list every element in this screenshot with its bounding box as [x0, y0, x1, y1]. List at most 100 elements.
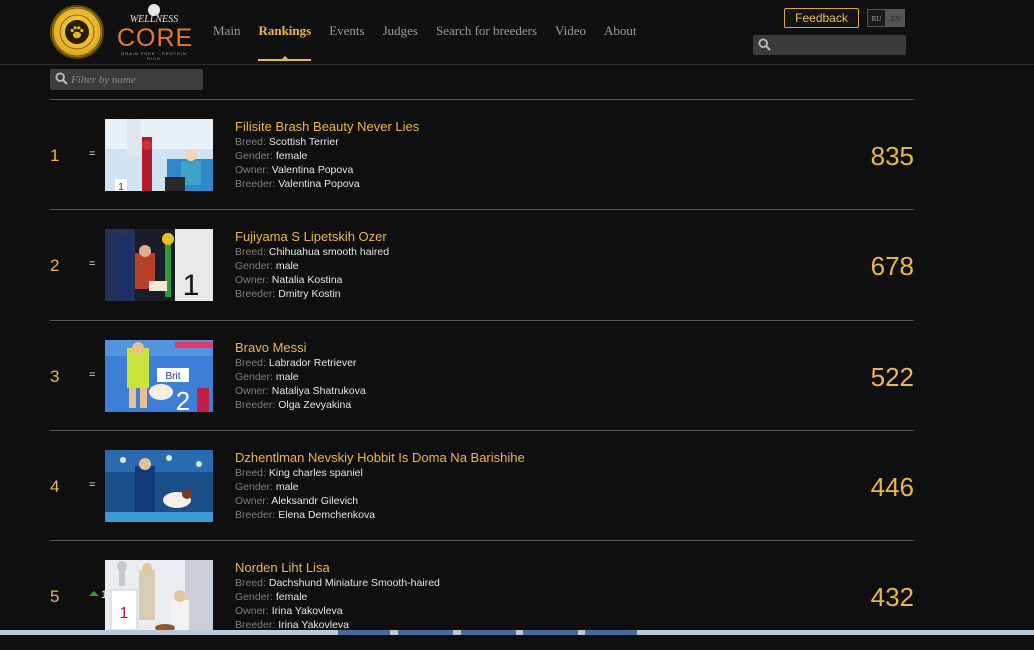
nav-about[interactable]: About [604, 23, 637, 61]
owner-label: Owner: [235, 164, 269, 176]
dog-info: Dzhentlman Nevskiy Hobbit Is Doma Na Bar… [235, 450, 525, 522]
dog-info: Filisite Brash Beauty Never Lies Breed: … [235, 119, 419, 191]
best-russian-dog-logo[interactable] [50, 5, 104, 59]
owner-label: Owner: [235, 605, 269, 618]
thumb-sign-text: Brit [166, 371, 181, 382]
dog-name-link[interactable]: Dzhentlman Nevskiy Hobbit Is Doma Na Bar… [235, 450, 525, 465]
search-icon[interactable] [758, 38, 771, 56]
taskbar-button[interactable] [461, 630, 516, 635]
score: 432 [870, 582, 914, 613]
ranking-row: 3 = Brit 2 Bravo Messi Breed: Labrador R… [50, 319, 914, 430]
owner-value: Aleksandr Gilevich [271, 494, 359, 507]
dog-name-link[interactable]: Filisite Brash Beauty Never Lies [235, 119, 419, 134]
breeder-value: Elena Demchenkova [278, 508, 376, 521]
lang-ru-button[interactable]: RU [867, 9, 886, 27]
breed-value: King charles spaniel [268, 466, 363, 479]
rankings-list: 1 = 1 Filisite Brash Beauty Never Lies B… [50, 99, 914, 650]
gender-value: female [275, 150, 308, 162]
breed-value: Labrador Retriever [268, 356, 357, 369]
dog-name-link[interactable]: Norden Liht Lisa [235, 560, 440, 575]
thumb-sign-text: 1 [183, 269, 200, 301]
rank-change: = [89, 368, 96, 381]
dog-photo[interactable]: Brit 2 [105, 339, 213, 412]
owner-value: Natalia Kostina [271, 274, 343, 287]
taskbar-button[interactable] [585, 630, 637, 635]
taskbar-button[interactable] [398, 630, 453, 635]
gender-label: Gender: [235, 591, 273, 604]
thumb-sign-text: 1 [120, 605, 129, 622]
owner-value: Nataliya Shatrukova [271, 384, 366, 397]
score: 446 [870, 471, 914, 502]
dog-photo[interactable]: 1 [105, 119, 213, 191]
breeder-label: Breeder: [235, 288, 276, 301]
main-nav: Main Rankings Events Judges Search for b… [213, 23, 637, 61]
header-search-box [753, 35, 906, 55]
dog-photo[interactable]: 1 [105, 560, 213, 633]
owner-label: Owner: [235, 274, 269, 287]
breeder-label: Breeder: [235, 508, 276, 521]
breeder-label: Breeder: [235, 178, 276, 190]
breed-value: Scottish Terrier [268, 136, 339, 148]
core-logo-text: CORE [117, 24, 194, 52]
breeder-value: Olga Zevyakina [278, 398, 352, 411]
breed-value: Dachshund Miniature Smooth-haired [268, 577, 440, 590]
nav-video[interactable]: Video [555, 23, 586, 61]
breed-label: Breed: [235, 577, 266, 590]
header-search-input[interactable] [775, 35, 903, 55]
taskbar-button[interactable] [523, 630, 578, 635]
dog-info: Fujiyama S Lipetskih Ozer Breed: Chihuah… [235, 229, 389, 301]
breed-label: Breed: [235, 136, 266, 148]
score: 835 [870, 141, 914, 171]
gender-label: Gender: [235, 370, 273, 383]
nav-main[interactable]: Main [213, 23, 240, 61]
score: 522 [870, 361, 914, 392]
search-icon [55, 72, 68, 90]
rank-number: 3 [50, 366, 60, 386]
dog-name-link[interactable]: Bravo Messi [235, 340, 366, 355]
rank-number: 4 [50, 476, 60, 496]
os-taskbar [0, 630, 1034, 635]
gender-label: Gender: [235, 150, 273, 162]
rank-change: = [89, 478, 96, 491]
ranking-row: 2 = 1 Fujiyama S Lipetskih Ozer Breed: C… [50, 209, 914, 319]
thumb-sign-text: 1 [118, 182, 124, 191]
taskbar-button[interactable] [338, 630, 390, 635]
ranking-row: 4 = Dzhentlman Nevskiy Hobbit Is Doma Na… [50, 429, 914, 540]
owner-value: Irina Yakovleva [271, 605, 343, 618]
breeder-value: Dmitry Kostin [278, 288, 341, 301]
core-logo-subtitle: GRAIN FREE · PROTEIN RICH [121, 51, 187, 61]
nav-events[interactable]: Events [329, 23, 364, 61]
filter-by-name-input[interactable] [71, 69, 199, 90]
dog-photo[interactable] [105, 449, 213, 522]
rank-number: 1 [50, 146, 60, 165]
nav-rankings[interactable]: Rankings [258, 23, 311, 61]
language-switcher: RU EN [867, 9, 905, 27]
score: 678 [870, 251, 914, 282]
gender-value: male [275, 480, 299, 493]
wellness-core-logo[interactable]: WELLNESS CORE GRAIN FREE · PROTEIN RICH [117, 4, 194, 61]
rank-change: = [89, 148, 96, 160]
site-header: WELLNESS CORE GRAIN FREE · PROTEIN RICH … [0, 0, 1034, 65]
owner-label: Owner: [235, 384, 269, 397]
breed-label: Breed: [235, 246, 266, 259]
rank-number: 5 [50, 587, 60, 607]
gender-label: Gender: [235, 480, 273, 493]
dog-name-link[interactable]: Fujiyama S Lipetskih Ozer [235, 229, 389, 244]
breed-value: Chihuahua smooth haired [268, 246, 390, 259]
nav-judges[interactable]: Judges [383, 23, 418, 61]
rank-up-arrow-icon [89, 591, 99, 597]
thumb-sign-text: 2 [176, 386, 190, 412]
dog-photo[interactable]: 1 [105, 229, 213, 302]
rank-number: 2 [50, 256, 60, 276]
owner-label: Owner: [235, 494, 269, 507]
filter-box [50, 69, 203, 90]
ranking-row: 1 = 1 Filisite Brash Beauty Never Lies B… [50, 99, 914, 209]
feedback-button[interactable]: Feedback [784, 8, 859, 28]
dog-info: Norden Liht Lisa Breed: Dachshund Miniat… [235, 560, 440, 632]
breeder-label: Breeder: [235, 398, 276, 411]
nav-search-for-breeders[interactable]: Search for breeders [436, 23, 537, 61]
breed-label: Breed: [235, 356, 266, 369]
breed-label: Breed: [235, 466, 266, 479]
gender-value: female [275, 591, 308, 604]
lang-en-button[interactable]: EN [886, 9, 905, 27]
